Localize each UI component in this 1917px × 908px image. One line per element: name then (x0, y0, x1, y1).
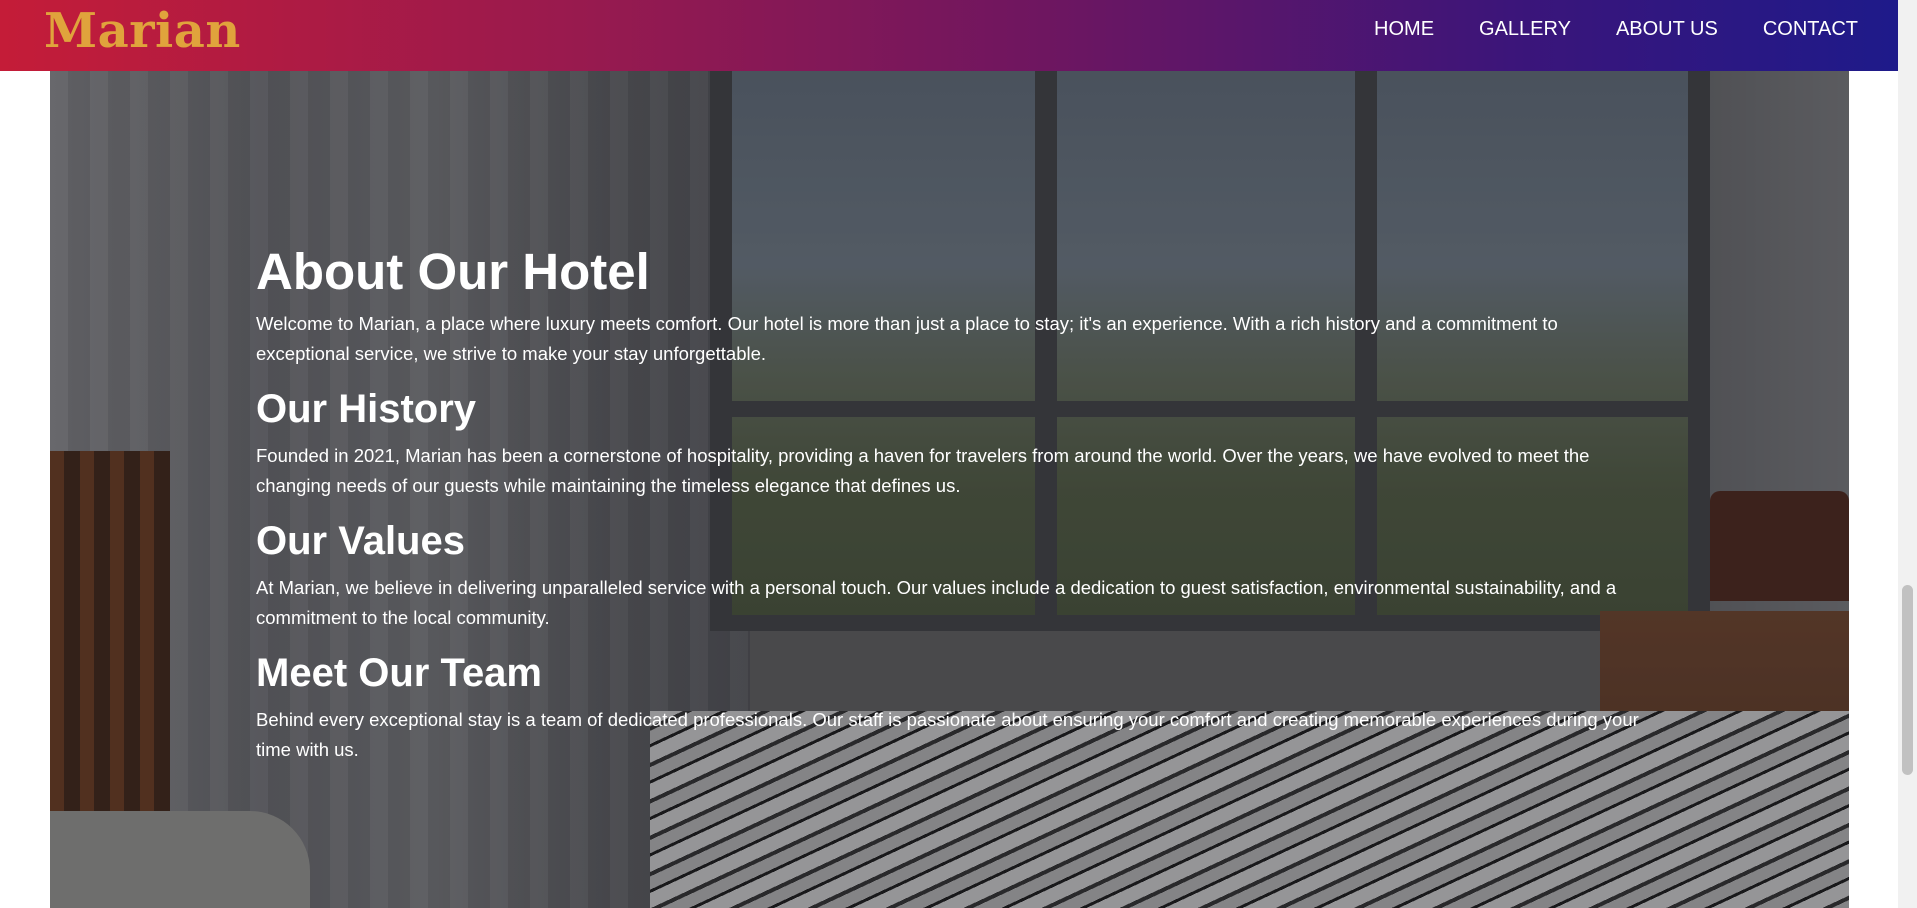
scrollbar-thumb[interactable] (1902, 585, 1913, 775)
page-scrollbar[interactable] (1898, 0, 1917, 908)
values-heading: Our Values (256, 519, 465, 563)
history-heading: Our History (256, 387, 477, 431)
about-content: About Our Hotel Welcome to Marian, a pla… (256, 243, 1656, 765)
main-nav: HOME GALLERY ABOUT US CONTACT (1329, 18, 1858, 41)
nav-link-about-us[interactable]: ABOUT US (1616, 18, 1718, 41)
values-paragraph: At Marian, we believe in delivering unpa… (256, 577, 1617, 628)
team-paragraph: Behind every exceptional stay is a team … (256, 709, 1639, 760)
nav-link-gallery[interactable]: GALLERY (1479, 18, 1571, 41)
top-navbar: Marian HOME GALLERY ABOUT US CONTACT (0, 0, 1898, 71)
page-title: About Our Hotel (256, 243, 650, 300)
intro-paragraph: Welcome to Marian, a place where luxury … (256, 313, 1558, 364)
nav-link-contact[interactable]: CONTACT (1763, 18, 1858, 41)
brand-logo[interactable]: Marian (44, 7, 241, 55)
history-paragraph: Founded in 2021, Marian has been a corne… (256, 445, 1590, 496)
about-hero-section: About Our Hotel Welcome to Marian, a pla… (50, 71, 1849, 908)
nav-link-home[interactable]: HOME (1374, 18, 1434, 41)
team-heading: Meet Our Team (256, 651, 542, 695)
